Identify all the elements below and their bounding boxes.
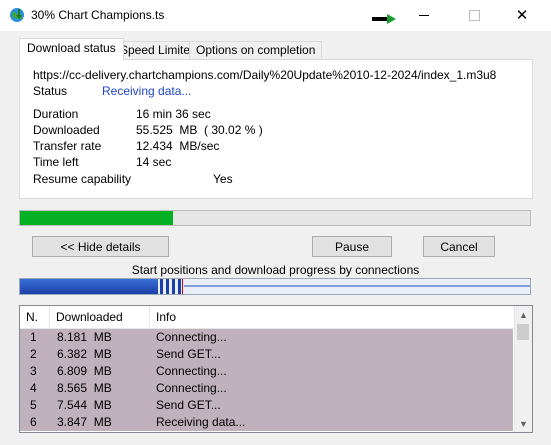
tab-speed-limiter[interactable]: Speed Limiter (113, 41, 202, 59)
connections-caption: Start positions and download progress by… (131, 263, 420, 277)
cell-info: Receiving data... (156, 415, 246, 429)
connection-segment (20, 279, 158, 294)
connection-segment (160, 279, 163, 294)
table-row[interactable]: 5 7.544 MB Send GET... (20, 397, 513, 414)
maximize-icon (468, 10, 480, 21)
minimize-icon (419, 15, 429, 16)
cell-n: 2 (30, 347, 37, 361)
cell-info: Connecting... (156, 364, 227, 378)
cell-n: 3 (30, 364, 37, 378)
table-row[interactable]: 1 8.181 MB Connecting... (20, 329, 513, 346)
table-body: 1 8.181 MB Connecting... 2 6.382 MB Send GET.… (20, 329, 513, 431)
cell-n: 4 (30, 381, 37, 395)
cell-info: Send GET... (156, 347, 221, 361)
connection-marker (182, 279, 183, 294)
download-progress-fill (20, 211, 174, 225)
cell-n: 6 (30, 415, 37, 429)
transfer-rate-label: Transfer rate (33, 139, 102, 153)
table-row[interactable]: 4 8.565 MB Connecting... (20, 380, 513, 397)
hide-details-button[interactable]: << Hide details (32, 236, 169, 257)
arrow-right-icon (372, 14, 396, 24)
cell-info: Connecting... (156, 330, 227, 344)
connections-table[interactable]: N. Downloaded Info 1 8.181 MB Connecting..… (19, 305, 533, 433)
cell-downloaded: 6.382 MB (57, 347, 112, 361)
resume-capability-value: Yes (213, 172, 233, 186)
connection-segment (166, 279, 169, 294)
close-icon: ✕ (515, 7, 529, 24)
table-row[interactable]: 6 3.847 MB Receiving data... (20, 414, 513, 431)
table-header: N. Downloaded Info (20, 306, 513, 329)
cell-n: 5 (30, 398, 37, 412)
duration-label: Duration (33, 107, 79, 121)
column-header-info[interactable]: Info (150, 306, 513, 328)
maximize-button[interactable] (451, 0, 497, 31)
connections-progress-bar (19, 278, 531, 295)
scroll-thumb[interactable] (517, 324, 529, 340)
table-row[interactable]: 3 6.809 MB Connecting... (20, 363, 513, 380)
download-progress-bar (19, 210, 531, 226)
time-left-label: Time left (33, 155, 79, 169)
cell-downloaded: 8.565 MB (57, 381, 112, 395)
cell-downloaded: 8.181 MB (57, 330, 112, 344)
vertical-scrollbar[interactable]: ▲ ▼ (514, 306, 532, 432)
column-header-number[interactable]: N. (20, 306, 50, 328)
status-label: Status (33, 84, 68, 98)
connection-segment (172, 279, 175, 294)
column-header-downloaded[interactable]: Downloaded (50, 306, 150, 328)
pause-button[interactable]: Pause (312, 236, 392, 257)
minimize-button[interactable] (401, 0, 447, 31)
resume-capability-label: Resume capability (33, 172, 132, 186)
window-title: 30% Chart Champions.ts (31, 8, 165, 22)
cancel-button[interactable]: Cancel (423, 236, 495, 257)
tab-options-on-completion[interactable]: Options on completion (189, 41, 323, 59)
scroll-down-icon[interactable]: ▼ (515, 415, 532, 432)
cell-info: Connecting... (156, 381, 227, 395)
duration-value: 16 min 36 sec (136, 107, 211, 121)
status-value: Receiving data... (102, 84, 192, 98)
download-url: https://cc-delivery.chartchampions.com/D… (33, 68, 497, 82)
cell-downloaded: 6.809 MB (57, 364, 112, 378)
cell-n: 1 (30, 330, 37, 344)
cell-info: Send GET... (156, 398, 221, 412)
cell-downloaded: 7.544 MB (57, 398, 112, 412)
transfer-rate-value: 12.434 MB/sec (136, 139, 220, 153)
table-row[interactable]: 2 6.382 MB Send GET... (20, 346, 513, 363)
close-button[interactable]: ✕ (499, 0, 545, 31)
connection-segment (178, 279, 181, 294)
downloaded-label: Downloaded (33, 123, 100, 137)
scroll-up-icon[interactable]: ▲ (515, 306, 532, 323)
downloaded-value: 55.525 MB ( 30.02 % ) (136, 123, 263, 137)
tab-download-status[interactable]: Download status (19, 38, 124, 60)
time-left-value: 14 sec (136, 155, 172, 169)
connection-remaining (184, 285, 530, 287)
cell-downloaded: 3.847 MB (57, 415, 112, 429)
title-bar[interactable]: 30% Chart Champions.ts ✕ (0, 0, 551, 31)
idm-globe-icon (10, 8, 24, 22)
